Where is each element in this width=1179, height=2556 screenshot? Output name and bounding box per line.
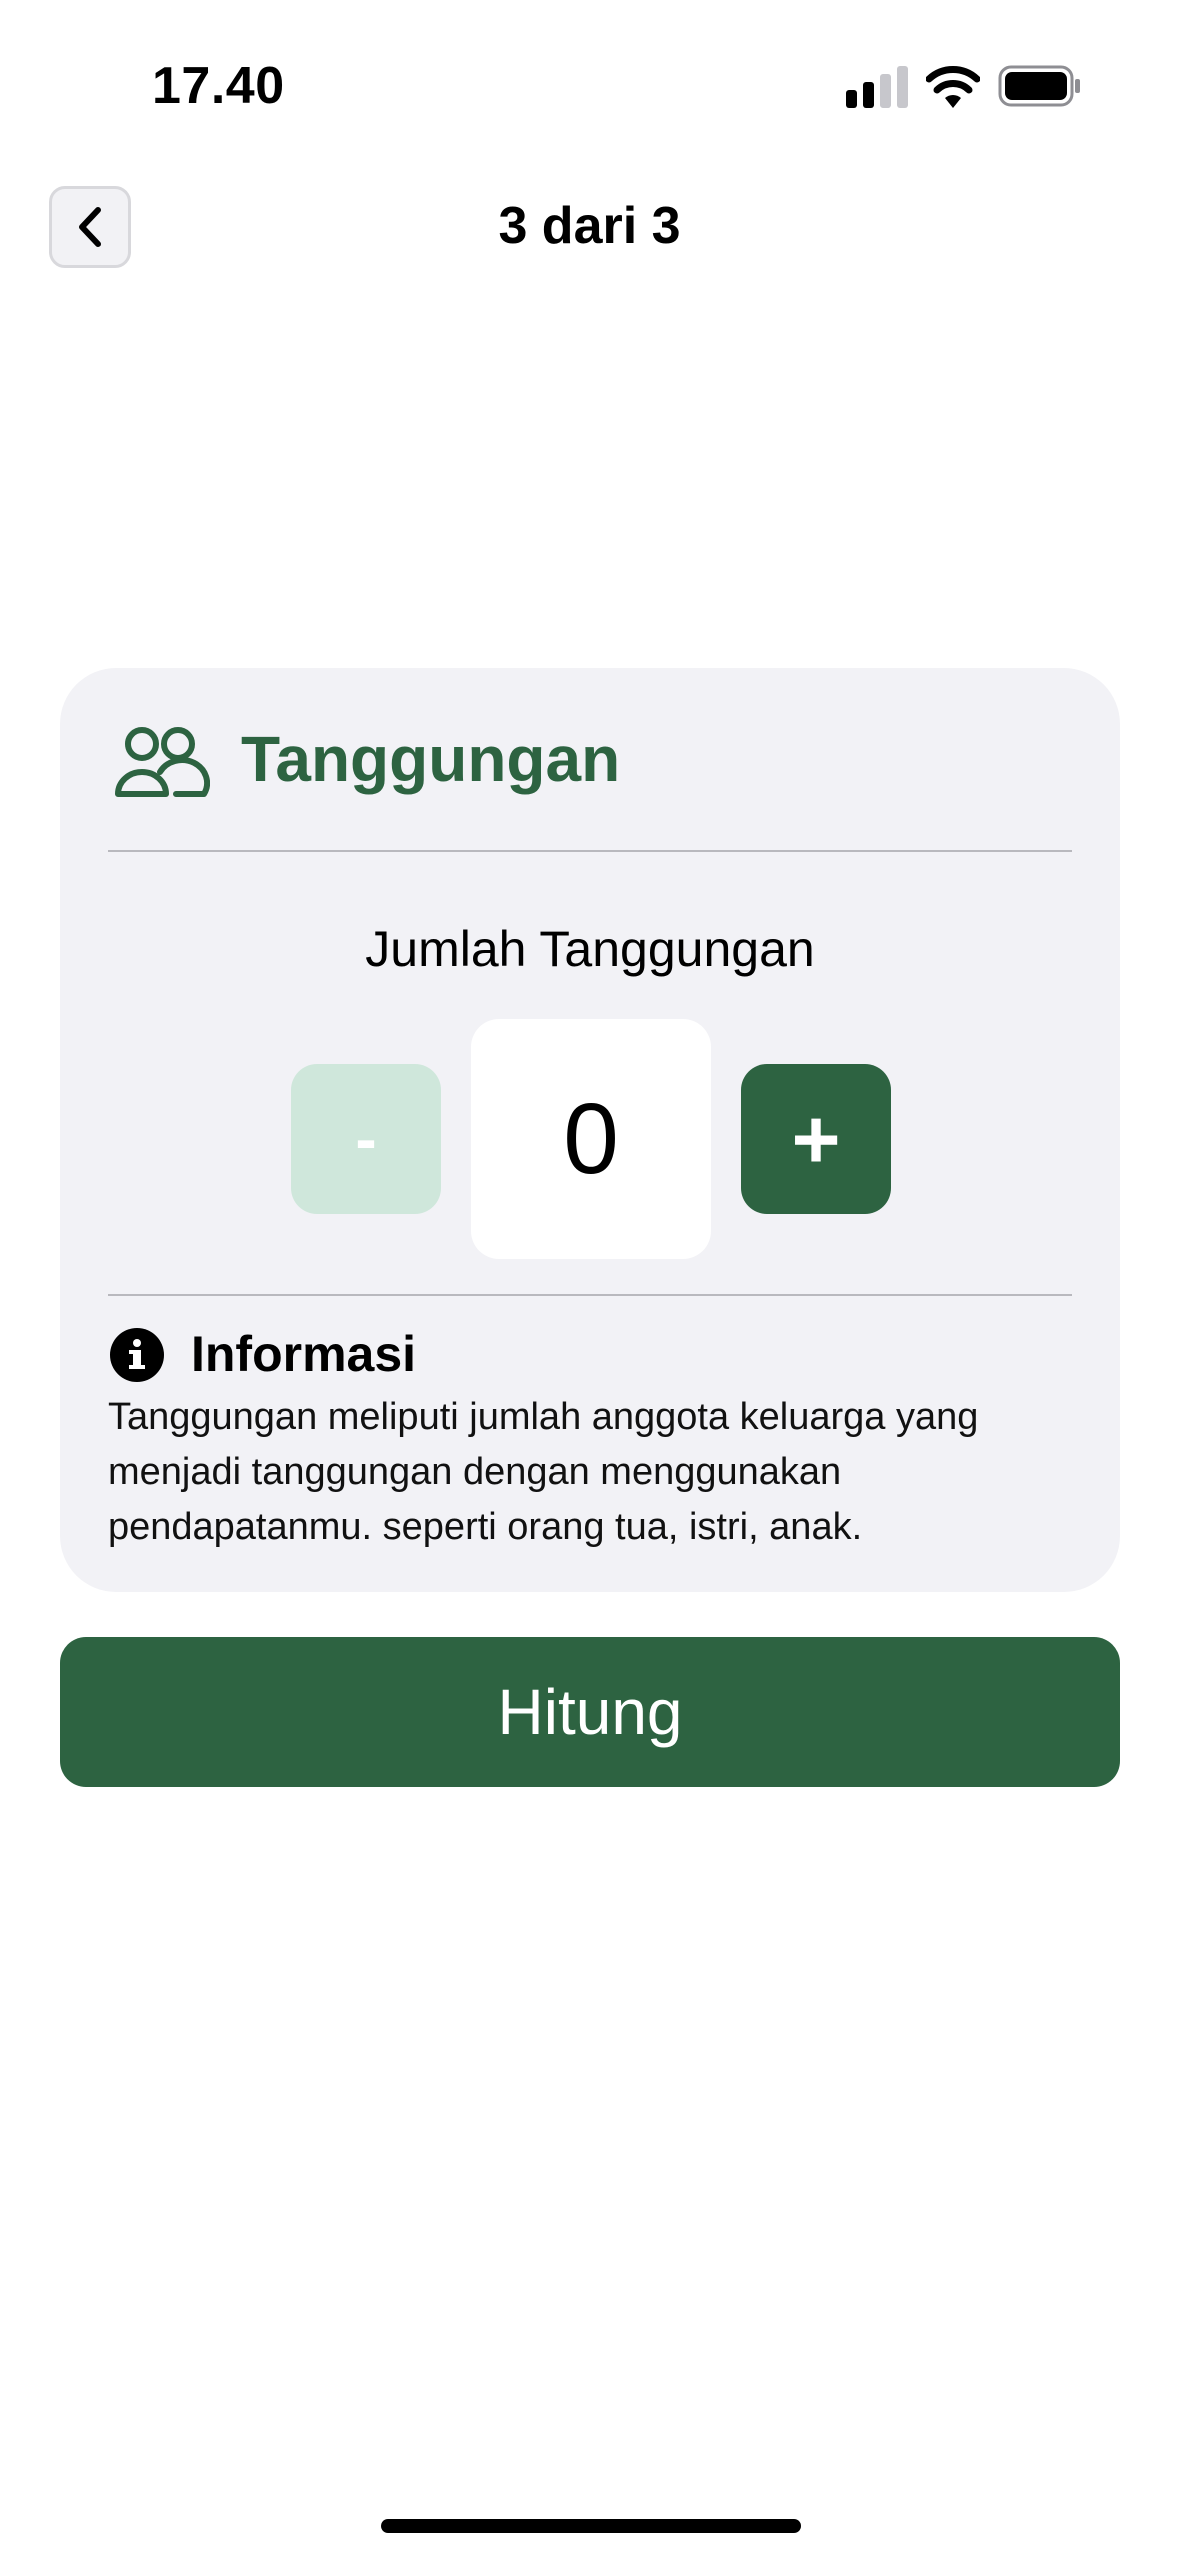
divider — [108, 1294, 1072, 1296]
increment-button[interactable]: + — [741, 1064, 891, 1214]
calculate-button[interactable]: Hitung — [60, 1637, 1120, 1787]
field-label: Jumlah Tanggungan — [365, 921, 815, 977]
people-icon — [115, 727, 210, 797]
battery-icon — [998, 65, 1080, 107]
info-title: Informasi — [191, 1326, 417, 1382]
decrement-button[interactable]: - — [291, 1064, 441, 1214]
cellular-signal-icon — [846, 66, 908, 108]
home-indicator — [381, 2519, 801, 2533]
quantity-value[interactable]: 0 — [471, 1019, 711, 1259]
card-title: Tanggungan — [241, 723, 621, 795]
page-title: 3 dari 3 — [498, 197, 681, 255]
wifi-icon — [926, 66, 980, 108]
info-description: Tanggungan meliputi jumlah anggota kelua… — [108, 1396, 979, 1548]
dependents-card: Tanggungan Jumlah Tanggungan - 0 + Infor… — [60, 668, 1120, 1592]
divider — [108, 850, 1072, 852]
status-bar: 17.40 — [0, 0, 1179, 170]
status-time: 17.40 — [152, 57, 285, 115]
info-icon — [110, 1328, 164, 1382]
